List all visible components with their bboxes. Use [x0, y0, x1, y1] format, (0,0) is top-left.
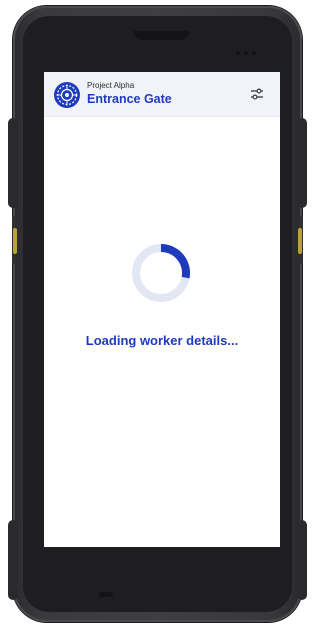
right-lower-bumper — [297, 520, 307, 600]
sensor-dot — [252, 51, 256, 55]
earpiece-speaker — [133, 31, 189, 40]
right-scan-button[interactable] — [298, 228, 302, 254]
microphone-hole — [99, 592, 113, 597]
spinner-arc — [160, 244, 190, 279]
left-lower-bumper — [8, 520, 18, 600]
left-scan-button[interactable] — [13, 228, 17, 254]
sensor-dot — [244, 51, 248, 55]
project-logo-icon — [54, 82, 80, 108]
right-bumper — [297, 118, 307, 208]
project-name: Project Alpha — [87, 81, 135, 90]
left-bumper — [8, 118, 18, 208]
sliders-icon[interactable] — [249, 86, 265, 102]
loading-message: Loading worker details... — [85, 333, 239, 348]
app-header: Project Alpha Entrance Gate — [44, 72, 280, 117]
front-camera-dot — [236, 51, 240, 55]
gate-name: Entrance Gate — [87, 92, 172, 106]
loading-spinner — [132, 244, 190, 302]
app-screen: Project Alpha Entrance Gate Loading work… — [44, 72, 280, 547]
